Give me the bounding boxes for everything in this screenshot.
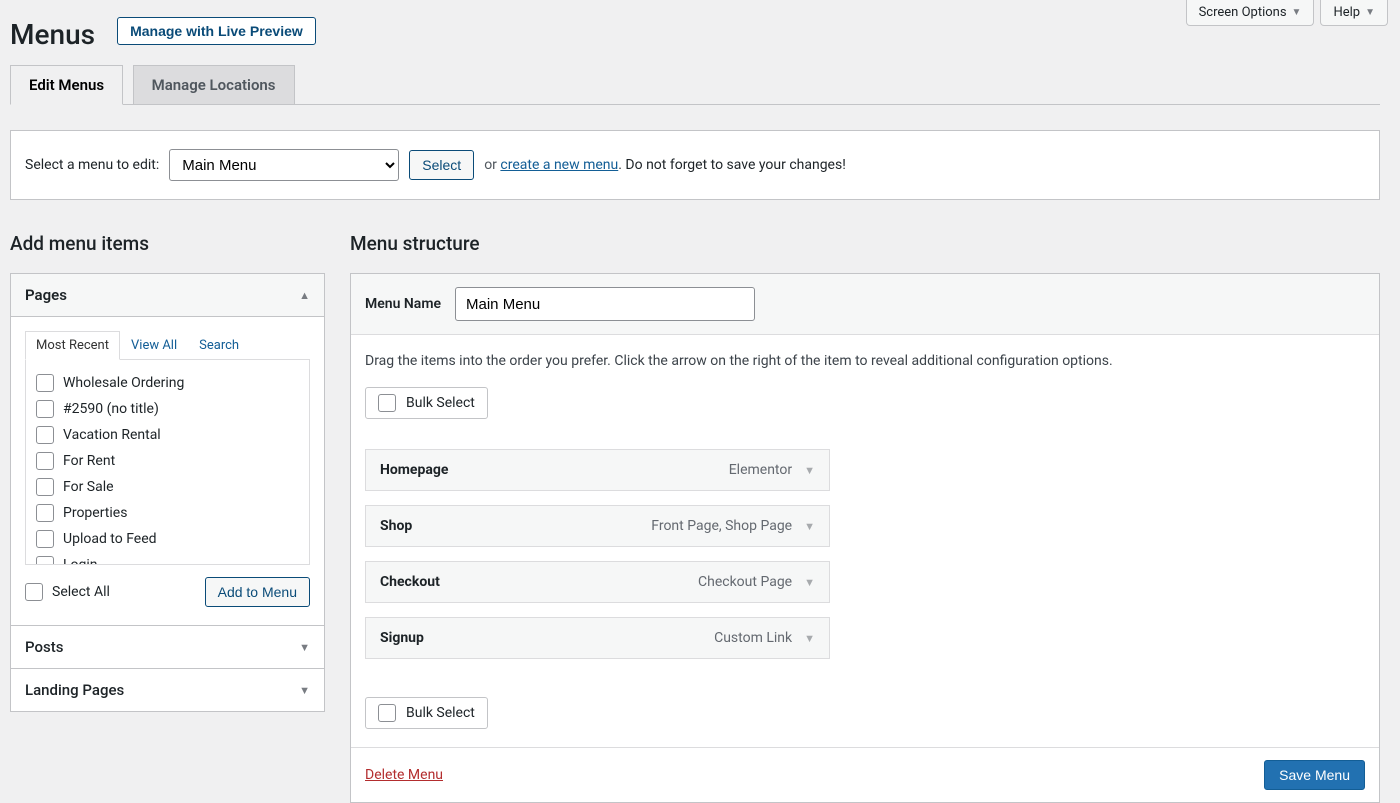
screen-options-label: Screen Options bbox=[1199, 5, 1287, 20]
save-menu-button[interactable]: Save Menu bbox=[1264, 760, 1365, 790]
help-button[interactable]: Help ▼ bbox=[1320, 0, 1388, 26]
live-preview-button[interactable]: Manage with Live Preview bbox=[117, 17, 316, 45]
menu-item-title: Signup bbox=[380, 630, 424, 646]
select-all[interactable]: Select All bbox=[25, 583, 110, 601]
select-all-checkbox[interactable] bbox=[25, 583, 43, 601]
chevron-down-icon: ▼ bbox=[299, 684, 310, 697]
page-item[interactable]: #2590 (no title) bbox=[36, 396, 299, 422]
create-menu-link[interactable]: create a new menu bbox=[500, 157, 618, 173]
menu-item[interactable]: Checkout Checkout Page ▼ bbox=[365, 561, 830, 603]
menu-item[interactable]: Signup Custom Link ▼ bbox=[365, 617, 830, 659]
tab-manage-locations[interactable]: Manage Locations bbox=[133, 65, 295, 105]
expand-icon[interactable]: ▼ bbox=[804, 632, 815, 645]
menu-name-label: Menu Name bbox=[365, 296, 441, 312]
menu-select[interactable]: Main Menu bbox=[169, 149, 399, 181]
accordion-pages[interactable]: Pages ▲ bbox=[11, 274, 324, 317]
expand-icon[interactable]: ▼ bbox=[804, 576, 815, 589]
accordion-landing-pages[interactable]: Landing Pages ▼ bbox=[11, 669, 324, 711]
pages-title: Pages bbox=[25, 286, 67, 304]
page-checkbox[interactable] bbox=[36, 426, 54, 444]
chevron-up-icon: ▲ bbox=[299, 289, 310, 302]
page-item[interactable]: Properties bbox=[36, 500, 299, 526]
page-checkbox[interactable] bbox=[36, 556, 54, 565]
page-checkbox[interactable] bbox=[36, 504, 54, 522]
bulk-select-top[interactable]: Bulk Select bbox=[365, 387, 488, 419]
menu-item-type: Custom Link bbox=[714, 630, 792, 646]
accordion-posts[interactable]: Posts ▼ bbox=[11, 626, 324, 668]
menu-item[interactable]: Shop Front Page, Shop Page ▼ bbox=[365, 505, 830, 547]
page-item[interactable]: Wholesale Ordering bbox=[36, 370, 299, 396]
page-checkbox[interactable] bbox=[36, 452, 54, 470]
menu-item-title: Homepage bbox=[380, 462, 448, 478]
reminder-text: . Do not forget to save your changes! bbox=[618, 157, 846, 173]
delete-menu-link[interactable]: Delete Menu bbox=[365, 767, 443, 783]
structure-instructions: Drag the items into the order you prefer… bbox=[365, 353, 1365, 369]
page-item[interactable]: Login bbox=[36, 552, 299, 565]
expand-icon[interactable]: ▼ bbox=[804, 520, 815, 533]
bulk-select-bottom[interactable]: Bulk Select bbox=[365, 697, 488, 729]
menu-item-title: Checkout bbox=[380, 574, 440, 590]
page-checkbox[interactable] bbox=[36, 478, 54, 496]
menu-item-type: Front Page, Shop Page bbox=[651, 518, 792, 534]
bulk-checkbox[interactable] bbox=[378, 704, 396, 722]
add-to-menu-button[interactable]: Add to Menu bbox=[205, 577, 310, 607]
tab-edit-menus[interactable]: Edit Menus bbox=[10, 65, 123, 105]
chevron-down-icon: ▼ bbox=[1365, 7, 1375, 18]
screen-options-button[interactable]: Screen Options ▼ bbox=[1186, 0, 1315, 26]
bulk-checkbox[interactable] bbox=[378, 394, 396, 412]
page-item[interactable]: For Sale bbox=[36, 474, 299, 500]
select-menu-label: Select a menu to edit: bbox=[25, 157, 159, 173]
menu-item-type: Elementor bbox=[729, 462, 792, 478]
page-checkbox[interactable] bbox=[36, 400, 54, 418]
page-checkbox[interactable] bbox=[36, 374, 54, 392]
structure-heading: Menu structure bbox=[350, 232, 1380, 255]
posts-title: Posts bbox=[25, 638, 63, 656]
page-item[interactable]: For Rent bbox=[36, 448, 299, 474]
page-checkbox[interactable] bbox=[36, 530, 54, 548]
pages-tab-viewall[interactable]: View All bbox=[120, 331, 188, 360]
chevron-down-icon: ▼ bbox=[299, 641, 310, 654]
help-label: Help bbox=[1333, 5, 1360, 20]
landing-title: Landing Pages bbox=[25, 681, 124, 699]
page-item[interactable]: Vacation Rental bbox=[36, 422, 299, 448]
pages-tab-recent[interactable]: Most Recent bbox=[25, 331, 120, 360]
page-item[interactable]: Upload to Feed bbox=[36, 526, 299, 552]
page-title: Menus bbox=[10, 10, 107, 51]
select-button[interactable]: Select bbox=[409, 150, 474, 180]
menu-item-type: Checkout Page bbox=[698, 574, 792, 590]
pages-tab-search[interactable]: Search bbox=[188, 331, 250, 360]
menu-item-title: Shop bbox=[380, 518, 412, 534]
chevron-down-icon: ▼ bbox=[1292, 7, 1302, 18]
expand-icon[interactable]: ▼ bbox=[804, 464, 815, 477]
menu-name-input[interactable] bbox=[455, 287, 755, 321]
menu-item[interactable]: Homepage Elementor ▼ bbox=[365, 449, 830, 491]
or-text: or bbox=[484, 157, 497, 173]
add-items-heading: Add menu items bbox=[10, 232, 325, 255]
